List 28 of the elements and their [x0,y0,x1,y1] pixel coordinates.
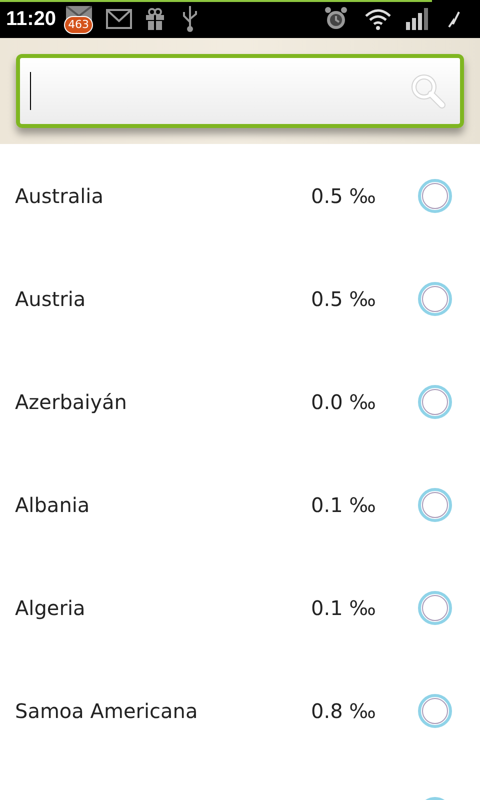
country-name: Samoa Americana [15,698,199,724]
radio-button[interactable] [418,694,452,728]
country-name: Albania [15,492,91,518]
rate-value: 0.5 ‰ [311,286,376,312]
alarm-icon [324,6,348,32]
search-icon[interactable] [410,73,446,109]
country-name: Azerbaiyán [15,388,128,416]
mail-icon [106,9,132,29]
wifi-icon [364,8,392,30]
status-time: 11:20 [6,7,56,32]
radio-button[interactable] [418,282,452,316]
usb-icon [182,6,198,32]
radio-button[interactable] [418,590,452,624]
rate-value: 0.8 ‰ [311,698,376,724]
radio-button[interactable] [418,488,452,522]
country-name: Australia [15,182,104,210]
rate-value: 0.1 ‰ [311,594,376,622]
rate-value: 0.1 ‰ [311,492,376,518]
gift-icon [144,8,166,30]
radio-button[interactable] [418,384,452,418]
rate-value: 0.0 ‰ [311,388,376,416]
charging-icon [448,10,460,28]
signal-icon [406,8,430,30]
country-name: Algeria [15,594,86,622]
radio-button[interactable] [418,178,452,212]
rate-value: 0.5 ‰ [311,182,376,210]
country-name: Austria [15,286,87,312]
search-field[interactable] [16,54,464,128]
